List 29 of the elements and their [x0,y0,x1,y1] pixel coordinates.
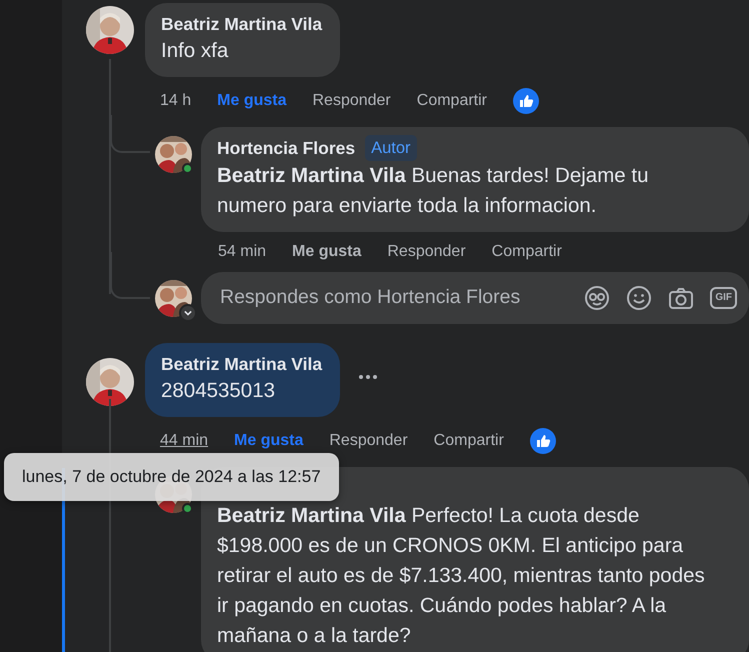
comment-text: Beatriz Martina Vila Perfecto! La cuota desde $198.000 es de un CRONOS 0KM. El anticipo para retirar el auto es de $7.133.400, mientras tanto podes ir pagando en cuotas. Cuándo podes hablar? A la mañana o a la tarde? [217,503,706,649]
comment-text: 2804535013 [161,378,276,404]
gif-button[interactable]: GIF [710,287,737,309]
author-badge: Autor [365,135,417,161]
share-link[interactable]: Compartir [434,429,504,453]
thread-connector [110,252,150,299]
camera-icon[interactable] [668,285,694,311]
reply-input-field[interactable]: Respondes como Hortencia Flores GIF [201,272,749,324]
author-name[interactable]: Hortencia Flores [217,136,356,160]
reply-link[interactable]: Responder [387,240,466,264]
timestamp-link[interactable]: 44 min [160,429,208,453]
like-link[interactable]: Me gusta [292,240,362,264]
author-name[interactable]: Beatriz Martina Vila [161,352,322,376]
author-name[interactable]: Beatriz Martina Vila [161,12,322,36]
timestamp-tooltip: lunes, 7 de octubre de 2024 a las 12:57 [4,453,339,500]
more-icon[interactable] [358,374,378,380]
reply-link[interactable]: Responder [312,89,391,113]
share-link[interactable]: Compartir [492,240,562,264]
sticker-icon[interactable] [584,285,610,311]
comment-text: Beatriz Martina Vila Buenas tardes! Dejame tu numero para enviarte toda la informacion. [217,163,650,219]
comment-text: Info xfa [161,38,230,64]
emoji-icon[interactable] [626,285,652,311]
timestamp-link[interactable]: 54 min [218,240,266,264]
thread-connector [110,115,150,153]
timestamp-link[interactable]: 14 h [160,89,192,113]
reply-link[interactable]: Responder [329,429,408,453]
like-link[interactable]: Me gusta [217,89,286,113]
like-link[interactable]: Me gusta [234,429,304,453]
share-link[interactable]: Compartir [416,89,487,113]
